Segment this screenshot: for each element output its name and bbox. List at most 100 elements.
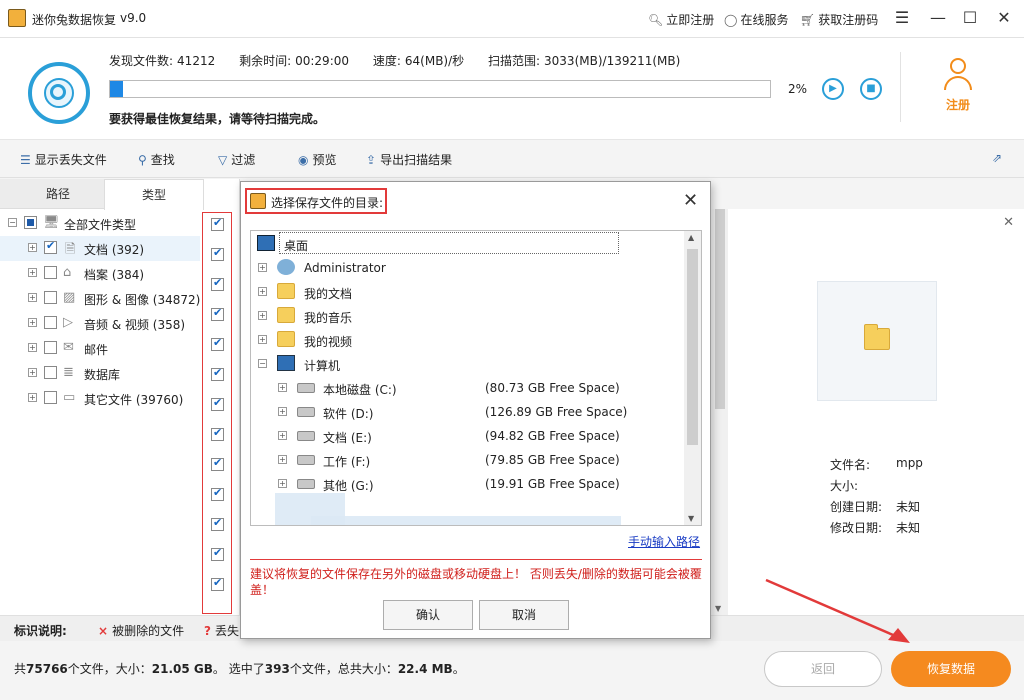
preview-thumbnail (817, 281, 937, 401)
play-icon[interactable]: ▶ (822, 78, 844, 100)
drive-icon (297, 383, 315, 393)
scan-stats: 发现文件数: 41212 剩余时间: 00:29:00 速度: 64(MB)/秒 扫描… (109, 54, 681, 68)
export-icon: ⇪ (366, 153, 377, 167)
file-checkbox[interactable] (211, 306, 224, 321)
checkbox[interactable] (44, 239, 57, 254)
user-add-icon (943, 58, 973, 92)
online-service-link[interactable]: ◯ 在线服务 (724, 11, 788, 28)
tree-item-other[interactable]: + ▭ 其它文件 (39760) (0, 386, 200, 411)
file-checkbox[interactable] (211, 456, 224, 471)
tree-node-administrator[interactable]: + Administrator (251, 255, 683, 279)
tree-node-music[interactable]: + 我的音乐 (251, 303, 683, 327)
file-checkbox[interactable] (211, 576, 224, 591)
remaining-time: 00:29:00 (295, 54, 350, 68)
file-checkbox[interactable] (211, 396, 224, 411)
tree-node-drive-c[interactable]: + 本地磁盘 (C:) (80.73 GB Free Space) (251, 375, 683, 399)
drive-icon (297, 407, 315, 417)
back-button[interactable]: 返回 (764, 651, 882, 687)
dialog-title: 选择保存文件的目录: (271, 196, 384, 210)
image-icon: ▨ (63, 290, 76, 305)
scan-progress-bar (109, 80, 771, 98)
checkbox[interactable] (44, 316, 57, 329)
folder-icon (277, 307, 295, 323)
file-checkbox[interactable] (211, 336, 224, 351)
export-scan-button[interactable]: ⇪ 导出扫描结果 (366, 151, 452, 168)
dialog-close-button[interactable]: ✕ (683, 190, 698, 211)
checkbox[interactable] (44, 266, 57, 279)
app-version: v9.0 (120, 11, 147, 25)
tree-node-drive-g[interactable]: + 其他 (G:) (19.91 GB Free Space) (251, 471, 683, 495)
file-checkbox[interactable] (211, 276, 224, 291)
scan-range: 3033(MB)/139211(MB) (544, 54, 681, 68)
preview-pane: ✕ 文件名: mpp 大小: 创建日期: 未知 修改日期: 未知 (728, 209, 1024, 615)
drive-icon (297, 479, 315, 489)
menu-icon[interactable]: ☰ (890, 6, 914, 30)
register-button[interactable]: 注册 (930, 58, 986, 113)
cart-icon: 🛒︎ (800, 13, 816, 27)
list-scrollbar[interactable]: ▼ (712, 209, 728, 615)
file-checkbox[interactable] (211, 516, 224, 531)
tree-node-computer[interactable]: − 计算机 (251, 351, 683, 375)
file-checkbox[interactable] (211, 486, 224, 501)
checkbox[interactable] (44, 391, 57, 404)
lost-mark-icon: ? (204, 624, 211, 638)
tree-node-videos[interactable]: + 我的视频 (251, 327, 683, 351)
maximize-button[interactable]: ☐ (958, 6, 982, 30)
file-checkbox[interactable] (211, 426, 224, 441)
tree-node-desktop[interactable]: 桌面 (251, 231, 683, 255)
deleted-mark-icon: × (98, 624, 109, 638)
get-code-link[interactable]: 🛒︎ 获取注册码 (800, 11, 878, 28)
checkbox[interactable] (44, 366, 57, 379)
folder-tree-scrollbar[interactable]: ▲ ▼ (684, 231, 701, 525)
found-count: 41212 (177, 54, 216, 68)
stop-icon[interactable]: ■ (860, 78, 882, 100)
checkbox[interactable] (44, 341, 57, 354)
legend-deleted: × 被删除的文件 (98, 624, 185, 638)
user-icon (277, 259, 295, 275)
file-checkbox[interactable] (211, 246, 224, 261)
root-checkbox[interactable] (24, 216, 37, 229)
tree-node-drive-d[interactable]: + 软件 (D:) (126.89 GB Free Space) (251, 399, 683, 423)
confirm-button[interactable]: 确认 (383, 600, 473, 630)
folder-icon (277, 283, 295, 299)
close-icon[interactable]: ✕ (1003, 215, 1014, 230)
collapse-icon[interactable]: − (8, 218, 17, 227)
cancel-button[interactable]: 取消 (479, 600, 569, 630)
recover-data-button[interactable]: 恢复数据 (891, 651, 1011, 687)
manual-path-link[interactable]: 手动输入路径 (628, 533, 700, 550)
scan-hint: 要获得最佳恢复结果，请等待扫描完成。 (109, 112, 326, 126)
close-button[interactable]: ✕ (992, 6, 1016, 30)
filter-button[interactable]: ▽ 过滤 (218, 151, 255, 168)
tree-item-documents[interactable]: + 🗎 文档 (392) (0, 236, 200, 261)
show-lost-files-button[interactable]: ☰ 显示丢失文件 (20, 151, 107, 168)
minimize-button[interactable]: — (926, 6, 950, 30)
checkbox[interactable] (44, 291, 57, 304)
folder-tree: 桌面 + Administrator + 我的文档 + 我的音乐 + 我的视频 … (250, 230, 702, 526)
preview-button[interactable]: ◉ 预览 (298, 151, 337, 168)
tree-item-mail[interactable]: + ✉ 邮件 (0, 336, 200, 361)
tree-item-archives[interactable]: + ⌂ 档案 (384) (0, 261, 200, 286)
tree-node-drive-e[interactable]: + 文档 (E:) (94.82 GB Free Space) (251, 423, 683, 447)
drive-icon (297, 431, 315, 441)
save-warning: 建议将恢复的文件保存在另外的磁盘或移动硬盘上！ 否则丢失/删除的数据可能会被覆盖… (250, 567, 702, 597)
share-icon[interactable]: ⇗ (992, 151, 1006, 165)
scan-speed: 64(MB)/秒 (404, 54, 465, 68)
eye-icon: ◉ (298, 153, 309, 167)
tree-item-images[interactable]: + ▨ 图形 & 图像 (34872) (0, 286, 200, 311)
get-code-label: 获取注册码 (818, 13, 879, 27)
register-now-link[interactable]: 🔍︎ 立即注册 (648, 11, 714, 28)
tree-root[interactable]: − 🖥︎ 全部文件类型 (0, 211, 200, 236)
tree-item-media[interactable]: + ▷ 音频 & 视频 (358) (0, 311, 200, 336)
search-icon: 🔍︎ (648, 13, 664, 27)
tab-path[interactable]: 路径 (8, 179, 108, 209)
tree-node-drive-f[interactable]: + 工作 (F:) (79.85 GB Free Space) (251, 447, 683, 471)
find-button[interactable]: ⚲ 查找 (138, 151, 175, 168)
file-checkbox[interactable] (211, 366, 224, 381)
tab-type[interactable]: 类型 (104, 179, 204, 210)
blurred-region (311, 516, 621, 525)
file-checkbox[interactable] (211, 216, 224, 231)
legend-lost: ? 丢失 (204, 624, 239, 638)
tree-item-database[interactable]: + ≣ 数据库 (0, 361, 200, 386)
file-checkbox[interactable] (211, 546, 224, 561)
tree-node-documents[interactable]: + 我的文档 (251, 279, 683, 303)
